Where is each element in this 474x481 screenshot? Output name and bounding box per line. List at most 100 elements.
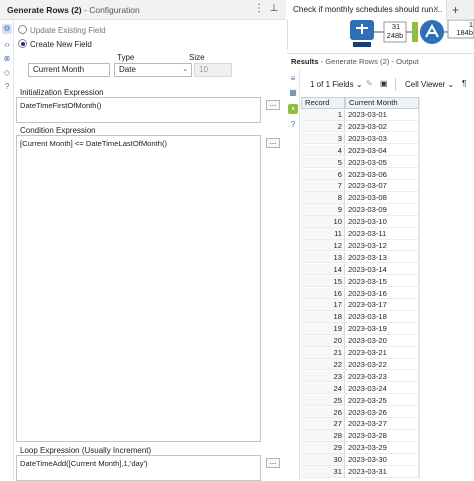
table-row[interactable]: 26 2023-03-26 (301, 406, 419, 418)
table-row[interactable]: 8 2023-03-08 (301, 192, 419, 204)
help-icon[interactable]: ? (2, 82, 12, 92)
table-row[interactable]: 20 2023-03-20 (301, 335, 419, 347)
current-month-cell[interactable]: 2023-03-04 (345, 144, 419, 157)
current-month-cell[interactable]: 2023-03-31 (345, 466, 419, 478)
column-header-current-month[interactable]: Current Month (345, 97, 419, 109)
current-month-cell[interactable]: 2023-03-01 (345, 109, 419, 121)
table-row[interactable]: 23 2023-03-23 (301, 370, 419, 383)
table-row[interactable]: 1 2023-03-01 (301, 109, 419, 121)
current-month-cell[interactable]: 2023-03-12 (345, 239, 419, 252)
current-month-cell[interactable]: 2023-03-28 (345, 430, 419, 442)
close-tab-icon[interactable]: × (433, 4, 439, 15)
table-row[interactable]: 17 2023-03-17 (301, 299, 419, 311)
table-row[interactable]: 10 2023-03-10 (301, 216, 419, 228)
create-new-field-radio[interactable] (18, 39, 27, 48)
column-header-record[interactable]: Record (301, 97, 345, 109)
add-tab-button[interactable]: + (452, 3, 459, 17)
current-month-cell[interactable]: 2023-03-05 (345, 156, 419, 169)
init-expression-builder-button[interactable]: ... (266, 100, 280, 110)
current-month-cell[interactable]: 2023-03-26 (345, 406, 419, 418)
record-cell: 4 (301, 144, 345, 157)
table-row[interactable]: 29 2023-03-29 (301, 442, 419, 454)
current-month-cell[interactable]: 2023-03-11 (345, 228, 419, 240)
settings-gear-icon[interactable]: ⚙ (2, 24, 12, 34)
table-row[interactable]: 2 2023-03-02 (301, 120, 419, 133)
current-month-cell[interactable]: 2023-03-10 (345, 216, 419, 228)
workflow-tab[interactable]: Check if monthly schedules should run...… (287, 0, 447, 20)
create-new-field-label: Create New Field (30, 40, 92, 49)
table-row[interactable]: 9 2023-03-09 (301, 204, 419, 216)
close-circle-icon[interactable]: ⊗ (2, 54, 12, 64)
table-row[interactable]: 13 2023-03-13 (301, 251, 419, 264)
more-options-icon[interactable]: ⋮ (253, 3, 265, 15)
current-month-cell[interactable]: 2023-03-27 (345, 418, 419, 430)
current-month-cell[interactable]: 2023-03-15 (345, 275, 419, 288)
table-icon[interactable]: ▦ (288, 88, 298, 98)
current-month-cell[interactable]: 2023-03-25 (345, 394, 419, 407)
current-month-cell[interactable]: 2023-03-17 (345, 299, 419, 311)
code-icon[interactable]: ‹› (2, 40, 12, 50)
condition-expression-editor[interactable]: [Current Month] <= DateTimeLastOfMonth() (16, 135, 261, 442)
table-row[interactable]: 27 2023-03-27 (301, 418, 419, 430)
field-type-select[interactable]: Date ⌄ (114, 63, 192, 77)
current-month-cell[interactable]: 2023-03-02 (345, 120, 419, 133)
table-row[interactable]: 22 2023-03-22 (301, 358, 419, 371)
current-month-cell[interactable]: 2023-03-24 (345, 382, 419, 395)
loop-expression-builder-button[interactable]: ... (266, 458, 280, 468)
current-month-cell[interactable]: 2023-03-22 (345, 358, 419, 371)
table-row[interactable]: 19 2023-03-19 (301, 323, 419, 335)
fields-selector[interactable]: 1 of 1 Fields ⌄ (310, 80, 363, 89)
current-month-cell[interactable]: 2023-03-03 (345, 132, 419, 145)
table-row[interactable]: 25 2023-03-25 (301, 394, 419, 407)
current-month-cell[interactable]: 2023-03-29 (345, 442, 419, 454)
help-icon[interactable]: ? (288, 120, 298, 130)
current-month-cell[interactable]: 2023-03-09 (345, 204, 419, 216)
table-row[interactable]: 14 2023-03-14 (301, 263, 419, 276)
current-month-cell[interactable]: 2023-03-20 (345, 335, 419, 347)
current-month-cell[interactable]: 2023-03-21 (345, 347, 419, 359)
current-month-cell[interactable]: 2023-03-14 (345, 263, 419, 276)
current-month-cell[interactable]: 2023-03-08 (345, 192, 419, 204)
paragraph-icon[interactable]: ¶ (462, 79, 466, 88)
table-row[interactable]: 3 2023-03-03 (301, 132, 419, 145)
table-row[interactable]: 18 2023-03-18 (301, 311, 419, 323)
current-month-cell[interactable]: 2023-03-23 (345, 370, 419, 383)
current-month-cell[interactable]: 2023-03-07 (345, 180, 419, 192)
table-row[interactable]: 30 2023-03-30 (301, 454, 419, 466)
update-existing-radio[interactable] (18, 25, 27, 34)
table-row[interactable]: 28 2023-03-28 (301, 430, 419, 442)
table-row[interactable]: 16 2023-03-16 (301, 287, 419, 299)
init-expression-text: DateTimeFirstOfMonth() (20, 101, 102, 110)
table-row[interactable]: 11 2023-03-11 (301, 228, 419, 240)
table-row[interactable]: 31 2023-03-31 (301, 466, 419, 478)
field-name-input[interactable]: Current Month (28, 63, 110, 77)
current-month-cell[interactable]: 2023-03-18 (345, 311, 419, 323)
table-row[interactable]: 21 2023-03-21 (301, 347, 419, 359)
table-row[interactable]: 7 2023-03-07 (301, 180, 419, 192)
init-expression-editor[interactable]: DateTimeFirstOfMonth() (16, 97, 261, 123)
loop-expression-editor[interactable]: DateTimeAdd([Current Month],1,'day') (16, 455, 261, 481)
table-row[interactable]: 6 2023-03-06 (301, 168, 419, 180)
workflow-canvas[interactable]: 31 248b 1 184b (287, 19, 474, 50)
table-row[interactable]: 24 2023-03-24 (301, 382, 419, 395)
list-icon[interactable]: ≡ (288, 74, 298, 84)
current-month-cell[interactable]: 2023-03-30 (345, 454, 419, 466)
data-view-icon[interactable]: ▪ (288, 104, 298, 114)
conn1-size: 248b (386, 31, 404, 40)
size-column-label: Size (189, 53, 205, 62)
current-month-cell[interactable]: 2023-03-13 (345, 251, 419, 264)
cell-viewer-selector[interactable]: Cell Viewer ⌄ (405, 80, 454, 89)
table-row[interactable]: 4 2023-03-04 (301, 144, 419, 157)
tag-icon[interactable]: ◇ (2, 68, 12, 78)
table-row[interactable]: 5 2023-03-05 (301, 156, 419, 169)
table-row[interactable]: 15 2023-03-15 (301, 275, 419, 288)
edit-icon[interactable]: ✎ (366, 79, 373, 88)
current-month-cell[interactable]: 2023-03-16 (345, 287, 419, 299)
current-month-cell[interactable]: 2023-03-19 (345, 323, 419, 335)
pin-icon[interactable]: ⊥ (268, 3, 280, 15)
save-icon[interactable]: ▣ (380, 79, 388, 88)
table-row[interactable]: 12 2023-03-12 (301, 239, 419, 252)
current-month-cell[interactable]: 2023-03-06 (345, 168, 419, 180)
record-cell: 19 (301, 323, 345, 335)
condition-expression-builder-button[interactable]: ... (266, 138, 280, 148)
